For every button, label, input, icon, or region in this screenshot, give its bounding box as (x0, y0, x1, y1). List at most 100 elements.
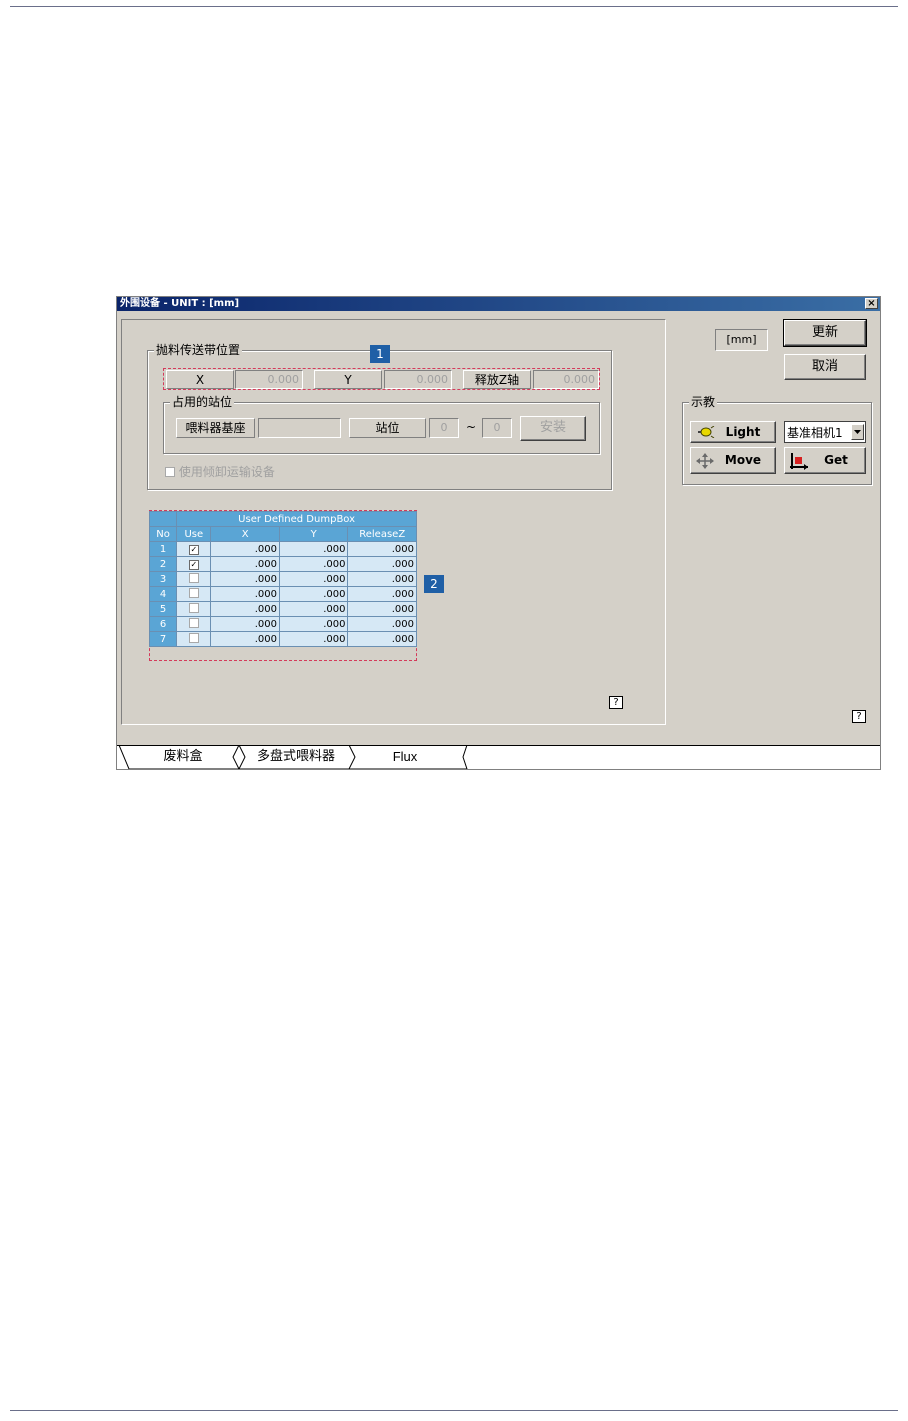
cancel-button[interactable]: 取消 (784, 354, 866, 380)
use-checkbox-cell[interactable] (176, 631, 212, 647)
row-number-cell: 7 (148, 631, 178, 647)
checkmark-icon: ✓ (190, 544, 198, 554)
move-arrows-icon (696, 453, 714, 469)
update-button[interactable]: 更新 (783, 319, 867, 347)
x-value-cell[interactable]: .000 (210, 601, 280, 617)
tab-flux[interactable]: Flux (357, 746, 453, 769)
releasez-value-cell[interactable]: .000 (347, 571, 417, 587)
x-value-cell[interactable]: .000 (210, 571, 280, 587)
help-button-right[interactable]: ? (852, 710, 866, 723)
dumpbox-table: User Defined DumpBox No Use X Y ReleaseZ… (148, 511, 417, 647)
table-row: 4.000.000.000 (148, 586, 417, 602)
station-to-field[interactable]: 0 (482, 418, 512, 438)
station-from-field[interactable]: 0 (429, 418, 459, 438)
row-number-cell: 6 (148, 616, 178, 632)
row-number-cell: 3 (148, 571, 178, 587)
station-range-separator: ~ (465, 420, 477, 434)
get-coordinate-icon (790, 453, 808, 470)
column-header-y: Y (278, 526, 349, 542)
feeder-base-field[interactable] (258, 418, 341, 438)
releasez-value-cell[interactable]: .000 (347, 631, 417, 647)
use-checkbox[interactable] (188, 602, 199, 613)
column-header-no: No (148, 526, 178, 542)
use-checkbox[interactable]: ✓ (188, 544, 199, 555)
main-panel: 抛料传送带位置 1 X 0.000 Y 0.000 释放Z轴 0.000 占用的… (121, 319, 666, 725)
z-value-field[interactable]: 0.000 (533, 370, 599, 389)
use-checkbox-cell[interactable] (176, 571, 212, 587)
table-row: 6.000.000.000 (148, 616, 417, 632)
x-value-cell[interactable]: .000 (210, 631, 280, 647)
unit-label: [mm] (715, 329, 768, 351)
corner-cell (148, 511, 178, 527)
get-button[interactable]: Get (784, 447, 866, 474)
releasez-value-cell[interactable]: .000 (347, 586, 417, 602)
get-button-label: Get (824, 453, 848, 467)
y-value-cell[interactable]: .000 (278, 571, 349, 587)
z-label: 释放Z轴 (463, 370, 531, 389)
use-checkbox[interactable] (188, 617, 199, 628)
x-value-cell[interactable]: .000 (210, 616, 280, 632)
y-value-cell[interactable]: .000 (278, 631, 349, 647)
y-value-cell[interactable]: .000 (278, 556, 349, 572)
releasez-value-cell[interactable]: .000 (347, 541, 417, 557)
station-label: 站位 (349, 418, 426, 438)
window-title: 外围设备 - UNIT : [mm] (120, 298, 240, 309)
tab-bar: 废料盒 多盘式喂料器 Flux (117, 745, 880, 769)
table-row: 7.000.000.000 (148, 631, 417, 647)
feeder-base-label: 喂料器基座 (176, 418, 255, 438)
x-value-cell[interactable]: .000 (210, 556, 280, 572)
camera-select[interactable]: 基准相机1 (784, 421, 866, 443)
y-value-cell[interactable]: .000 (278, 586, 349, 602)
close-button[interactable]: × (865, 298, 878, 309)
use-checkbox[interactable] (188, 572, 199, 583)
install-button[interactable]: 安装 (520, 416, 586, 441)
table-title: User Defined DumpBox (176, 511, 417, 527)
use-checkbox-cell[interactable]: ✓ (176, 556, 212, 572)
use-checkbox-cell[interactable] (176, 616, 212, 632)
use-checkbox[interactable]: ✓ (188, 559, 199, 570)
help-icon: ? (856, 711, 862, 722)
discharge-checkbox-box[interactable] (165, 466, 175, 477)
use-checkbox-cell[interactable] (176, 586, 212, 602)
page-bottom-rule (10, 1410, 898, 1411)
move-button[interactable]: Move (690, 447, 776, 474)
chevron-down-icon[interactable] (851, 424, 864, 440)
discharge-conveyor-checkbox[interactable]: 使用倾卸运输设备 (165, 463, 275, 479)
table-row: 3.000.000.000 (148, 571, 417, 587)
occupied-group-legend: 占用的站位 (170, 394, 235, 410)
discharge-checkbox-label: 使用倾卸运输设备 (178, 465, 275, 479)
close-icon: × (867, 298, 876, 309)
help-button-left[interactable]: ? (609, 696, 623, 709)
use-checkbox-cell[interactable] (176, 601, 212, 617)
teach-group-legend: 示教 (689, 394, 718, 410)
x-value-field[interactable]: 0.000 (235, 370, 303, 389)
y-value-cell[interactable]: .000 (278, 541, 349, 557)
y-label: Y (314, 370, 382, 389)
x-value-cell[interactable]: .000 (210, 586, 280, 602)
releasez-value-cell[interactable]: .000 (347, 616, 417, 632)
column-header-x: X (210, 526, 280, 542)
row-number-cell: 5 (148, 601, 178, 617)
y-value-cell[interactable]: .000 (278, 601, 349, 617)
title-bar: 外围设备 - UNIT : [mm] × (117, 297, 880, 311)
tab-dumpbox[interactable]: 废料盒 (135, 746, 231, 769)
releasez-value-cell[interactable]: .000 (347, 601, 417, 617)
releasez-value-cell[interactable]: .000 (347, 556, 417, 572)
tab-tray-feeder[interactable]: 多盘式喂料器 (243, 746, 349, 769)
column-header-use: Use (176, 526, 212, 542)
dumpbox-table-body: 1 ✓ .000.000.000 2 ✓ .000.000.000 3.000.000.00… (148, 541, 417, 647)
light-bulb-icon (698, 426, 715, 438)
x-value-cell[interactable]: .000 (210, 541, 280, 557)
use-checkbox[interactable] (188, 587, 199, 598)
table-header-row: No Use X Y ReleaseZ (148, 526, 417, 542)
table-title-row: User Defined DumpBox (148, 511, 417, 527)
page-top-rule (10, 6, 898, 7)
use-checkbox-cell[interactable]: ✓ (176, 541, 212, 557)
callout-badge-1: 1 (370, 345, 390, 363)
y-value-cell[interactable]: .000 (278, 616, 349, 632)
use-checkbox[interactable] (188, 632, 199, 643)
row-number-cell: 4 (148, 586, 178, 602)
y-value-field[interactable]: 0.000 (384, 370, 452, 389)
row-number-cell: 2 (148, 556, 178, 572)
light-button[interactable]: Light (690, 421, 776, 443)
